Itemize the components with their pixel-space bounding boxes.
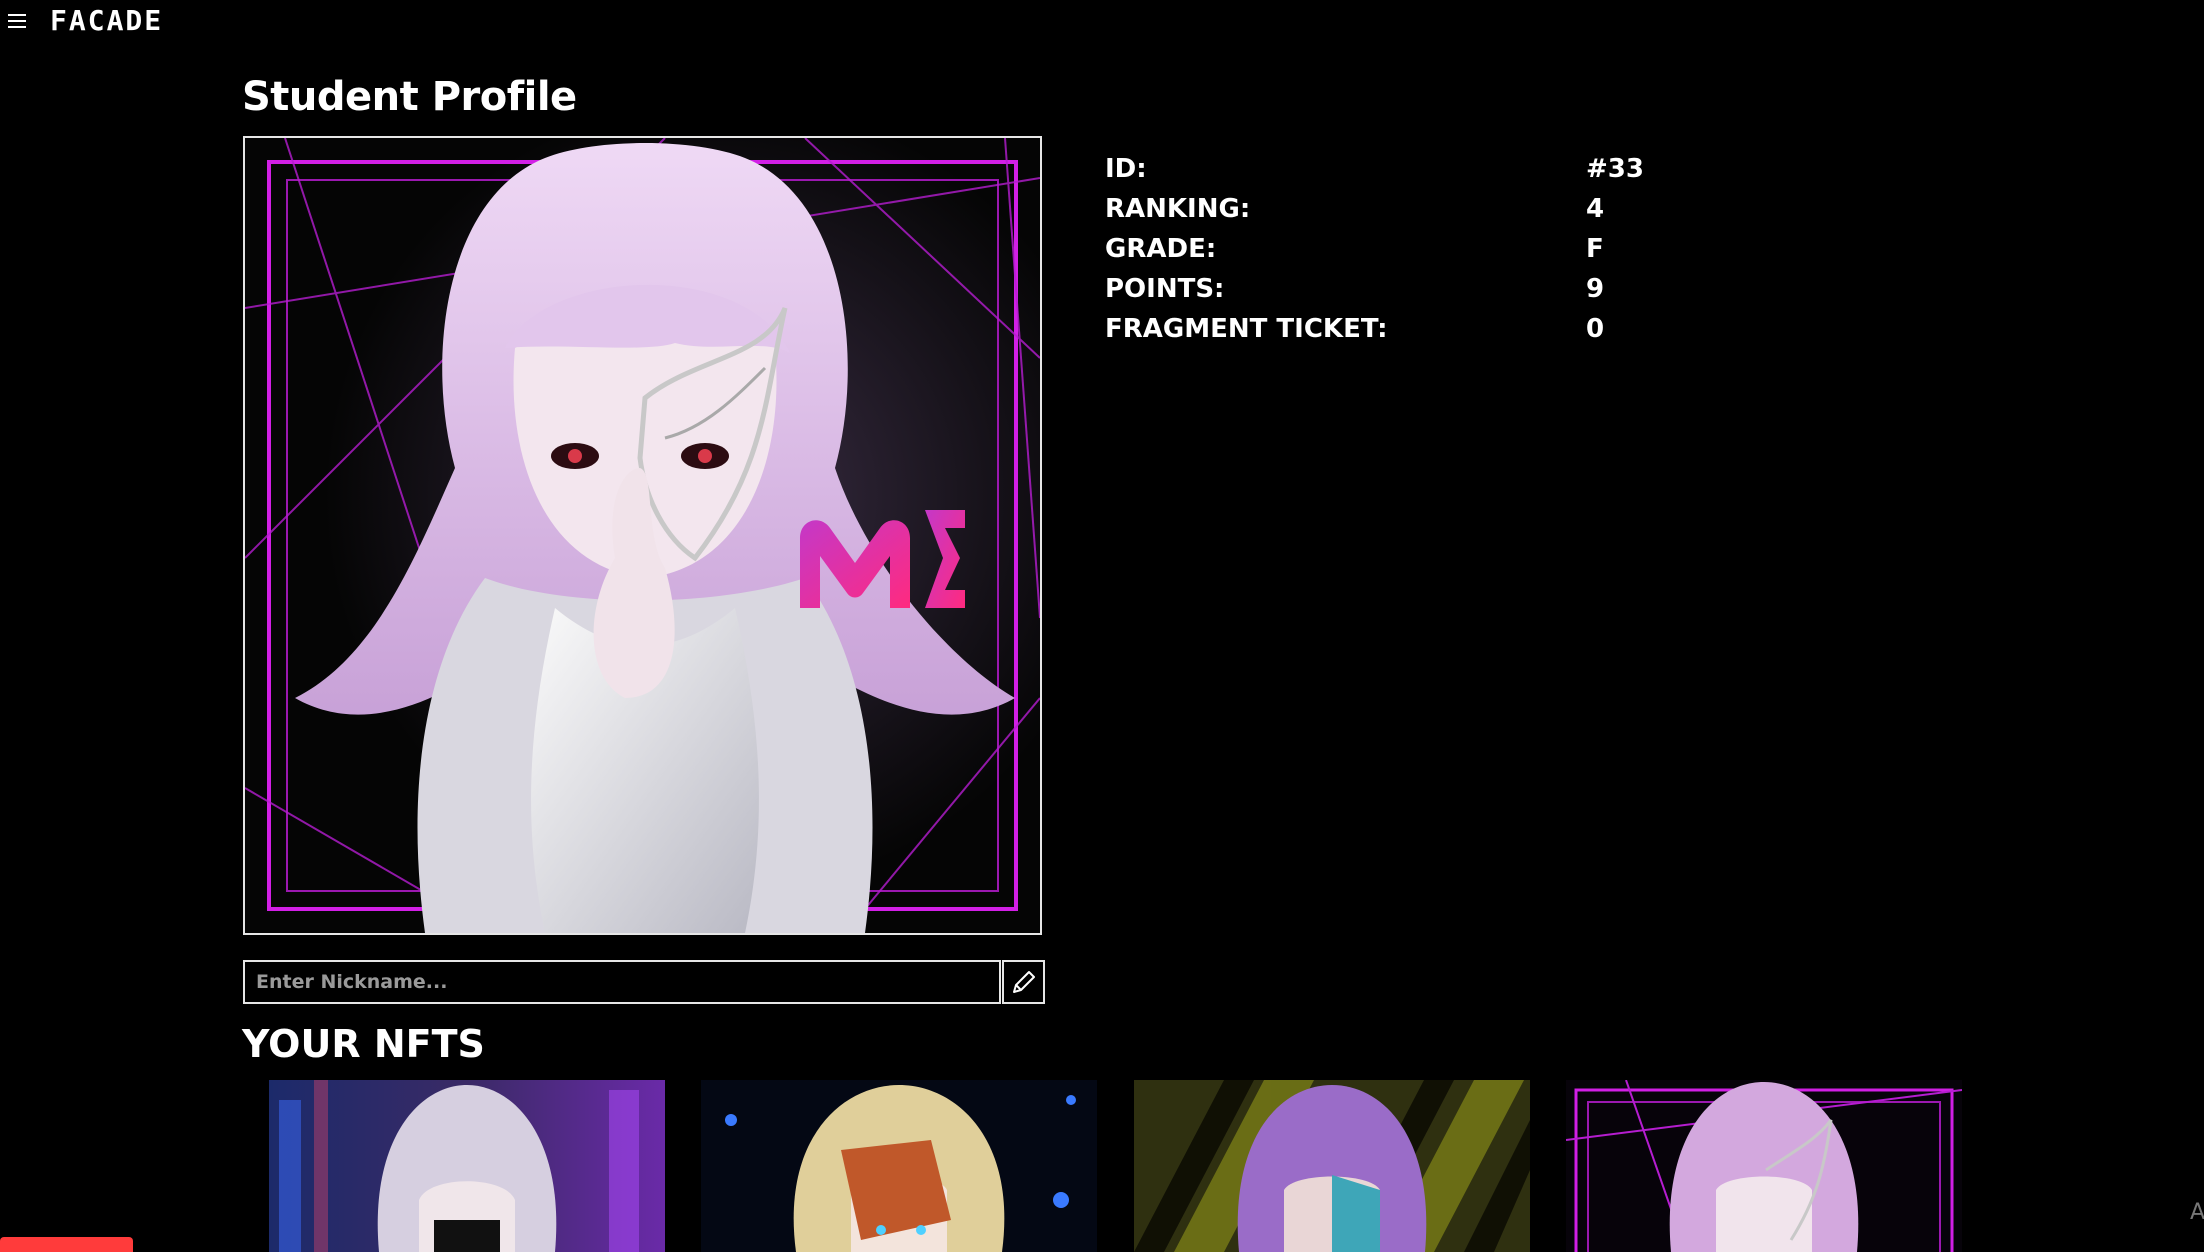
stat-value: 4	[1586, 194, 1605, 224]
stat-label: GRADE:	[1105, 234, 1217, 264]
nft-card[interactable]	[1566, 1080, 1962, 1252]
stat-label: FRAGMENT TICKET:	[1105, 314, 1388, 344]
nft-image	[701, 1080, 1097, 1252]
app-logo[interactable]: FACADE	[50, 4, 163, 37]
corner-text: A	[2190, 1200, 2204, 1225]
stat-value: 9	[1586, 274, 1605, 304]
stat-label: POINTS:	[1105, 274, 1225, 304]
profile-artwork	[245, 138, 1040, 933]
stat-label: RANKING:	[1105, 194, 1251, 224]
hamburger-icon[interactable]	[6, 10, 30, 32]
nft-image	[1566, 1080, 1962, 1252]
nickname-input[interactable]	[243, 960, 1001, 1004]
nft-card[interactable]	[269, 1080, 665, 1252]
nft-card[interactable]	[701, 1080, 1097, 1252]
nft-card[interactable]	[1134, 1080, 1530, 1252]
nft-image	[269, 1080, 665, 1252]
stat-value: 0	[1586, 314, 1605, 344]
nft-image	[1134, 1080, 1530, 1252]
edit-nickname-button[interactable]	[1002, 960, 1045, 1004]
floating-action-button[interactable]	[0, 1237, 133, 1252]
pencil-icon	[1012, 971, 1035, 993]
stat-value: #33	[1586, 154, 1644, 184]
stat-label: ID:	[1105, 154, 1147, 184]
nfts-section-title: YOUR NFTS	[242, 1022, 485, 1066]
page-title: Student Profile	[242, 74, 577, 120]
stat-value: F	[1586, 234, 1604, 264]
nickname-form	[243, 960, 1045, 1004]
profile-image	[243, 136, 1042, 935]
